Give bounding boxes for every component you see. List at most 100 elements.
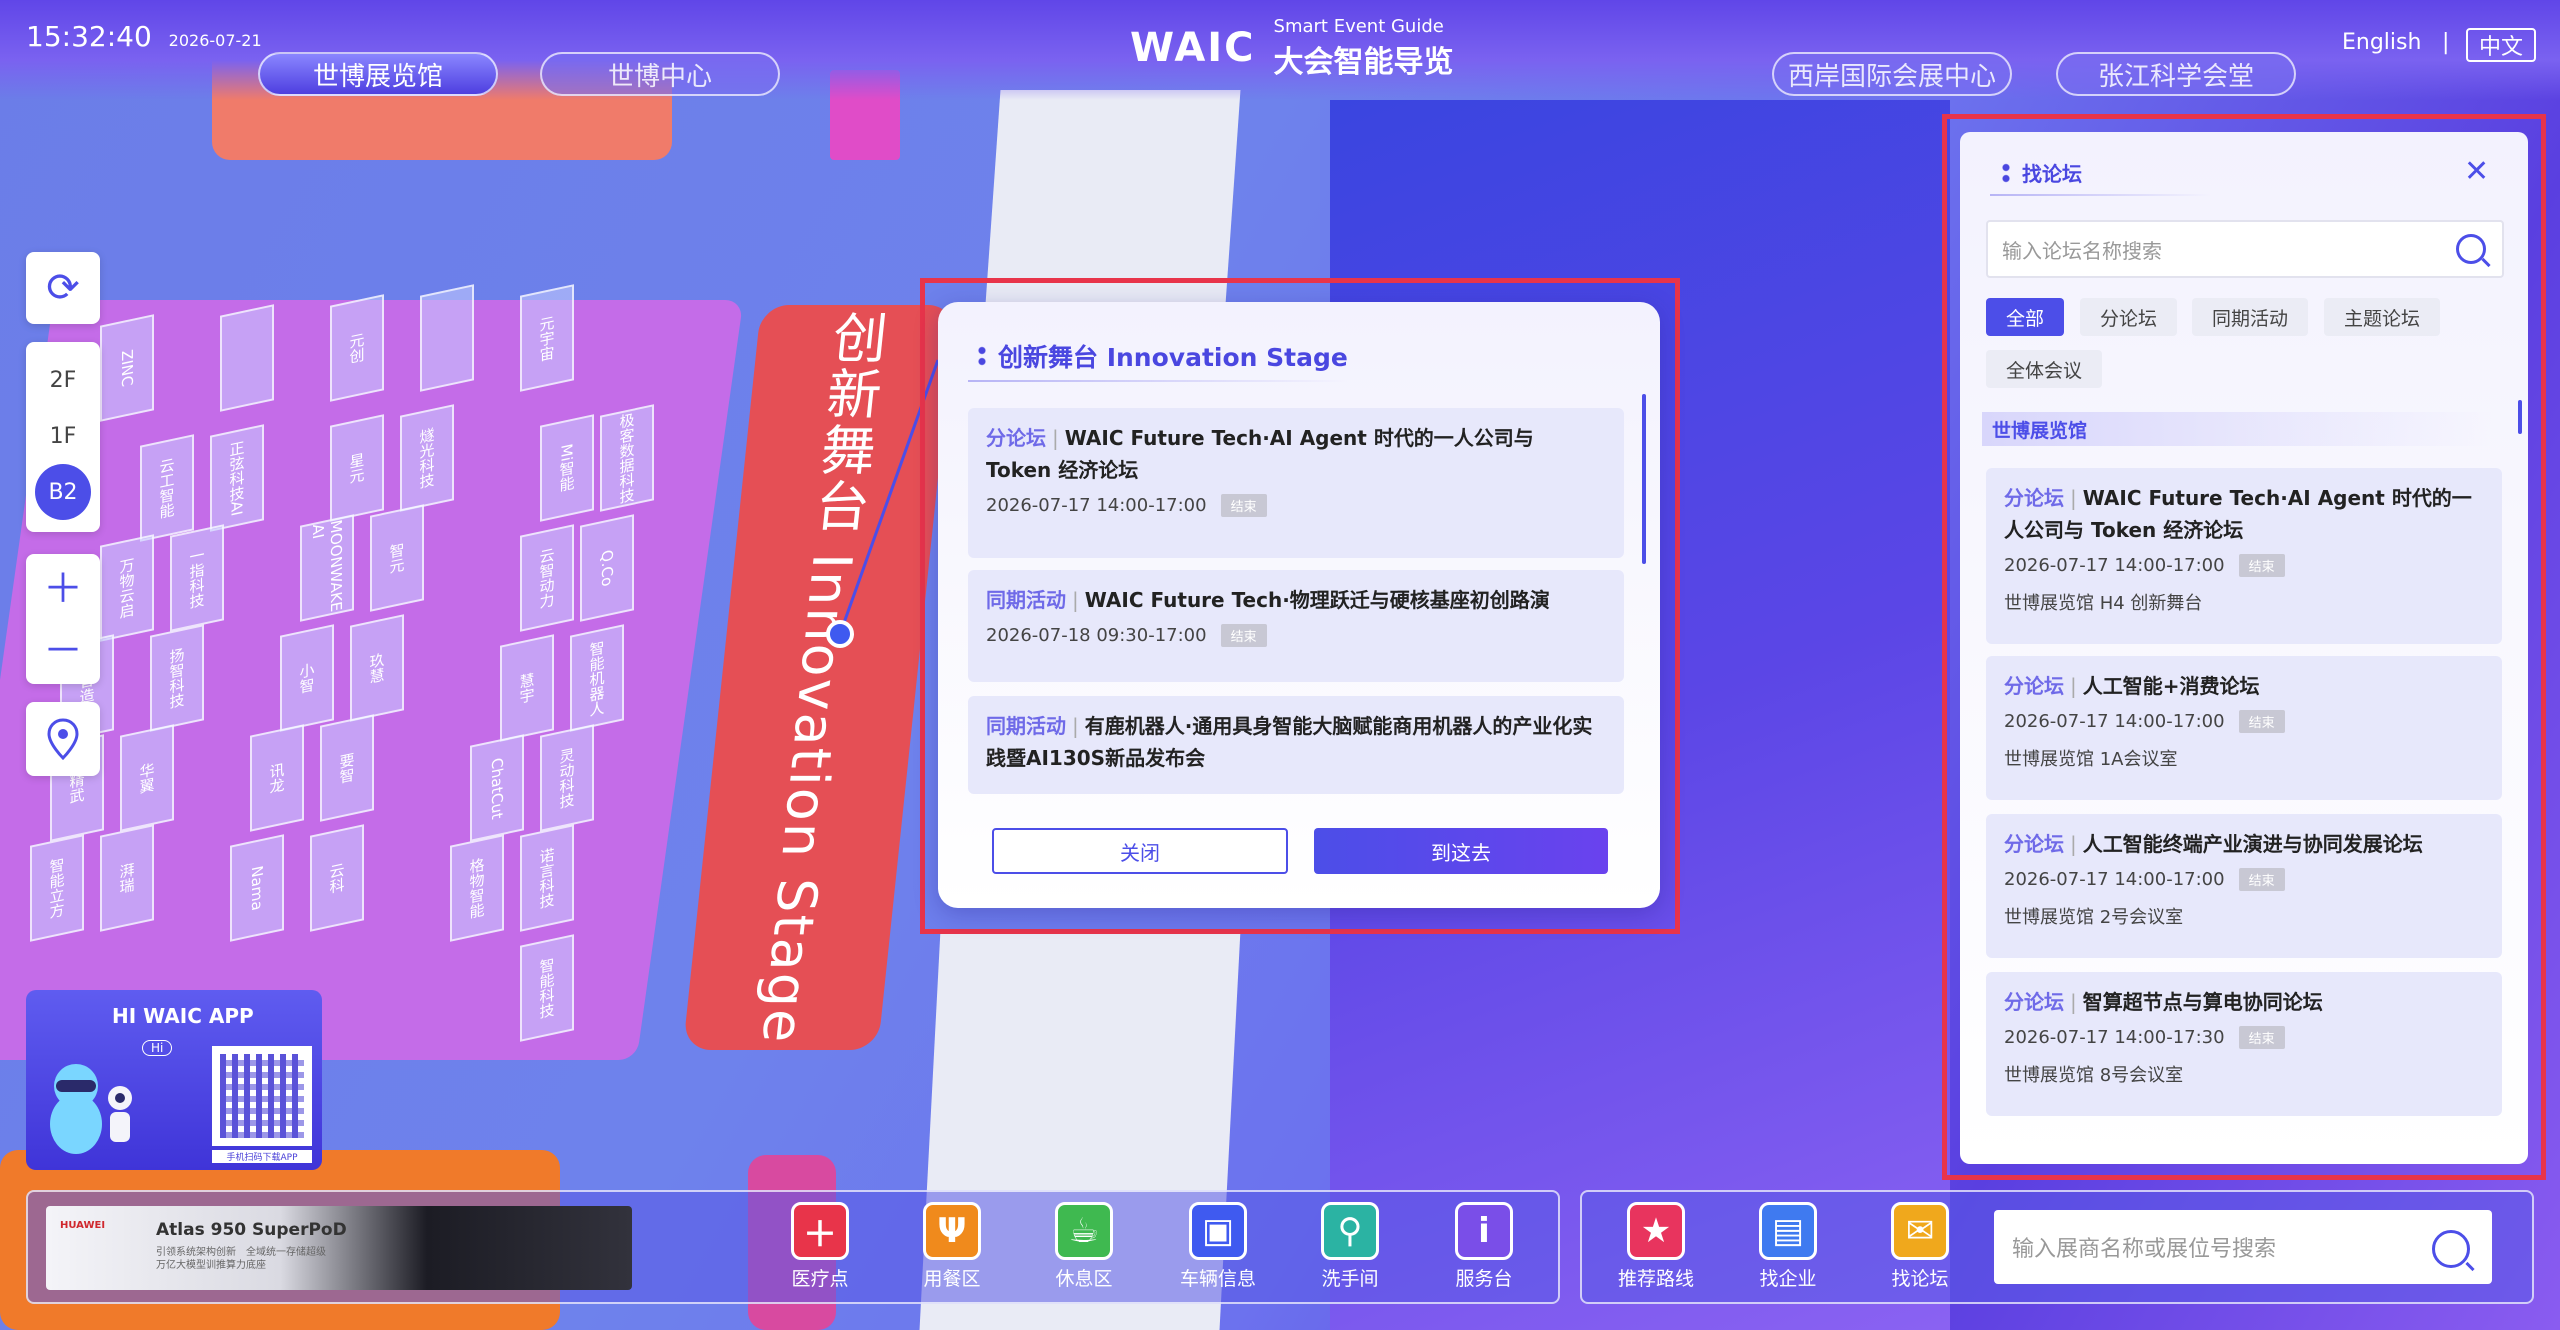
dining-icon: Ψ bbox=[923, 1202, 981, 1260]
zoom-out-button[interactable]: － bbox=[26, 616, 100, 678]
booth[interactable]: 智能科技 bbox=[520, 934, 574, 1042]
booth[interactable]: 云智动力 bbox=[520, 524, 574, 632]
forum-item-2[interactable]: 分论坛 | 人工智能+消费论坛 2026-07-17 14:00-17:00 结束 世… bbox=[1986, 656, 2502, 800]
search-icon[interactable] bbox=[2432, 1230, 2470, 1268]
service-restroom[interactable]: ⚲ 洗手间 bbox=[1300, 1202, 1400, 1291]
section-label: 世博展览馆 bbox=[1982, 412, 2492, 446]
tool-find-company[interactable]: ▤ 找企业 bbox=[1738, 1202, 1838, 1291]
booth[interactable]: 智元 bbox=[370, 504, 424, 612]
venue-tab-zhangjiang[interactable]: 张江科学会堂 bbox=[2056, 52, 2296, 96]
booth[interactable]: ChatCut bbox=[470, 734, 524, 842]
booth[interactable]: 云工智能 bbox=[140, 434, 194, 542]
booth[interactable]: 一指科技 bbox=[170, 524, 224, 632]
app-qr-code bbox=[212, 1046, 312, 1146]
medical-icon: ＋ bbox=[791, 1202, 849, 1260]
forum-search-placeholder: 输入论坛名称搜索 bbox=[2002, 238, 2162, 263]
filter-sub-forum[interactable]: 分论坛 bbox=[2080, 298, 2178, 336]
booth[interactable] bbox=[420, 284, 474, 392]
event-time-row: 2026-07-17 14:00-17:00 结束 bbox=[2004, 868, 2484, 891]
stage-popup-title-text: 创新舞台 Innovation Stage bbox=[998, 343, 1348, 372]
tool-find-forum[interactable]: ✉ 找论坛 bbox=[1870, 1202, 1970, 1291]
app-download-card[interactable]: HI WAIC APP Hi 手机扫码下载APP bbox=[26, 990, 322, 1170]
booth[interactable]: 要智 bbox=[320, 714, 374, 822]
stage-event-card-1[interactable]: 分论坛 | WAIC Future Tech·AI Agent 时代的一人公司与 T… bbox=[968, 408, 1624, 558]
locate-button[interactable] bbox=[26, 702, 100, 776]
booth[interactable]: ZINC bbox=[100, 314, 154, 422]
filter-concurrent[interactable]: 同期活动 bbox=[2192, 298, 2309, 336]
booth[interactable]: 华翼 bbox=[120, 724, 174, 832]
booth[interactable]: 诺言科技 bbox=[520, 824, 574, 932]
close-button[interactable]: 关闭 bbox=[992, 828, 1288, 874]
booth[interactable]: 星元 bbox=[330, 414, 384, 522]
filter-theme-forum[interactable]: 主题论坛 bbox=[2324, 298, 2441, 336]
booth[interactable]: 智能机器人 bbox=[570, 624, 624, 732]
forum-search-input[interactable]: 输入论坛名称搜索 bbox=[1986, 220, 2504, 278]
popup-scrollbar[interactable] bbox=[1642, 394, 1646, 564]
lang-english[interactable]: English bbox=[2342, 30, 2421, 55]
zoom-in-button[interactable]: ＋ bbox=[26, 554, 100, 616]
forum-item-3[interactable]: 分论坛 | 人工智能终端产业演进与协同发展论坛 2026-07-17 14:00-1… bbox=[1986, 814, 2502, 958]
service-dining[interactable]: Ψ 用餐区 bbox=[902, 1202, 1002, 1291]
booth[interactable]: 万物云启 bbox=[100, 534, 154, 642]
forum-item-4[interactable]: 分论坛 | 智算超节点与算电协同论坛 2026-07-17 14:00-17:30 结… bbox=[1986, 972, 2502, 1116]
booth[interactable]: MOONWAKE AI bbox=[300, 514, 354, 622]
booth[interactable]: 燧光科技 bbox=[400, 404, 454, 512]
booth[interactable]: 格物智能 bbox=[450, 834, 504, 942]
tool-label: 找企业 bbox=[1759, 1268, 1817, 1290]
exhibitor-search-input[interactable]: 输入展商名称或展位号搜索 bbox=[1994, 1210, 2492, 1284]
booth[interactable] bbox=[220, 304, 274, 412]
service-medical[interactable]: ＋ 医疗点 bbox=[770, 1202, 870, 1291]
tool-recommended-route[interactable]: ★ 推荐路线 bbox=[1606, 1202, 1706, 1291]
status-badge: 结束 bbox=[2238, 1026, 2285, 1049]
filter-all[interactable]: 全部 bbox=[1986, 298, 2065, 336]
go-here-button[interactable]: 到这去 bbox=[1314, 828, 1608, 874]
stage-location-dot[interactable] bbox=[826, 620, 854, 648]
booth[interactable]: 智能立方 bbox=[30, 834, 84, 942]
forum-item-1[interactable]: 分论坛 | WAIC Future Tech·AI Agent 时代的一人公司与 T… bbox=[1986, 468, 2502, 644]
venue-tab-west-bund[interactable]: 西岸国际会展中心 bbox=[1772, 52, 2012, 96]
event-time-row: 2026-07-17 14:00-17:30 结束 bbox=[2004, 1026, 2484, 1049]
floor-2f[interactable]: 2F bbox=[26, 352, 100, 408]
event-location: 世博展览馆 8号会议室 bbox=[2004, 1065, 2184, 1086]
service-rest[interactable]: ☕ 休息区 bbox=[1034, 1202, 1134, 1291]
venue-tab-expo-center[interactable]: 世博中心 bbox=[540, 52, 780, 96]
booth[interactable]: 玖慧 bbox=[350, 614, 404, 722]
booth[interactable]: 极客数据科技 bbox=[600, 404, 654, 512]
zoom-controls: ＋ － bbox=[26, 554, 100, 684]
reset-view-button[interactable]: ⟳ bbox=[26, 252, 100, 324]
service-vehicle[interactable]: ▣ 车辆信息 bbox=[1168, 1202, 1268, 1291]
booth[interactable]: 扬智科技 bbox=[150, 624, 204, 732]
booth[interactable]: 元宇宙 bbox=[520, 284, 574, 392]
status-badge: 结束 bbox=[2238, 554, 2285, 577]
mascot-bubble: Hi bbox=[142, 1040, 173, 1056]
event-name: 人工智能+消费论坛 bbox=[2082, 674, 2260, 698]
event-time: 2026-07-17 14:00-17:30 bbox=[2004, 1027, 2225, 1048]
booth[interactable]: 云科 bbox=[310, 824, 364, 932]
event-name: WAIC Future Tech·物理跃迁与硬核基座初创路演 bbox=[1084, 588, 1550, 612]
forum-scrollbar[interactable] bbox=[2518, 400, 2522, 434]
stage-event-card-2[interactable]: 同期活动 | WAIC Future Tech·物理跃迁与硬核基座初创路演 2026… bbox=[968, 570, 1624, 682]
booth[interactable]: 正弦科技AI bbox=[210, 424, 264, 532]
search-icon[interactable] bbox=[2456, 234, 2486, 264]
booth[interactable]: Mi智能 bbox=[540, 414, 594, 522]
booth[interactable]: Q.Co bbox=[580, 514, 634, 622]
floor-1f[interactable]: 1F bbox=[26, 408, 100, 464]
booth[interactable]: 湃瑞 bbox=[100, 824, 154, 932]
lang-chinese[interactable]: 中文 bbox=[2466, 28, 2536, 62]
close-icon[interactable]: ✕ bbox=[2464, 154, 2489, 189]
stage-popup: 创新舞台 Innovation Stage 分论坛 | WAIC Future Te… bbox=[938, 302, 1660, 908]
ad-title: Atlas 950 SuperPoD bbox=[156, 1220, 347, 1240]
booth[interactable]: 灵动科技 bbox=[540, 724, 594, 832]
venue-tab-expo-hall[interactable]: 世博展览馆 bbox=[258, 52, 498, 96]
booth[interactable]: 慧宇 bbox=[500, 634, 554, 742]
service-info-desk[interactable]: i 服务台 bbox=[1434, 1202, 1534, 1291]
booth[interactable]: 小智 bbox=[280, 624, 334, 732]
ad-banner[interactable]: HUAWEI Atlas 950 SuperPoD 引领系统架构创新 全域统一存… bbox=[46, 1206, 632, 1290]
stage-event-card-3[interactable]: 同期活动 | 有鹿机器人·通用具身智能大脑赋能商用机器人的产业化实践暨AI130S新… bbox=[968, 696, 1624, 794]
filter-plenary[interactable]: 全体会议 bbox=[1986, 350, 2103, 388]
booth[interactable]: Nama bbox=[230, 834, 284, 942]
booth[interactable]: 元创 bbox=[330, 294, 384, 402]
booth[interactable]: 讯龙 bbox=[250, 724, 304, 832]
service-label: 洗手间 bbox=[1321, 1268, 1379, 1290]
floor-b2[interactable]: B2 bbox=[26, 464, 100, 520]
